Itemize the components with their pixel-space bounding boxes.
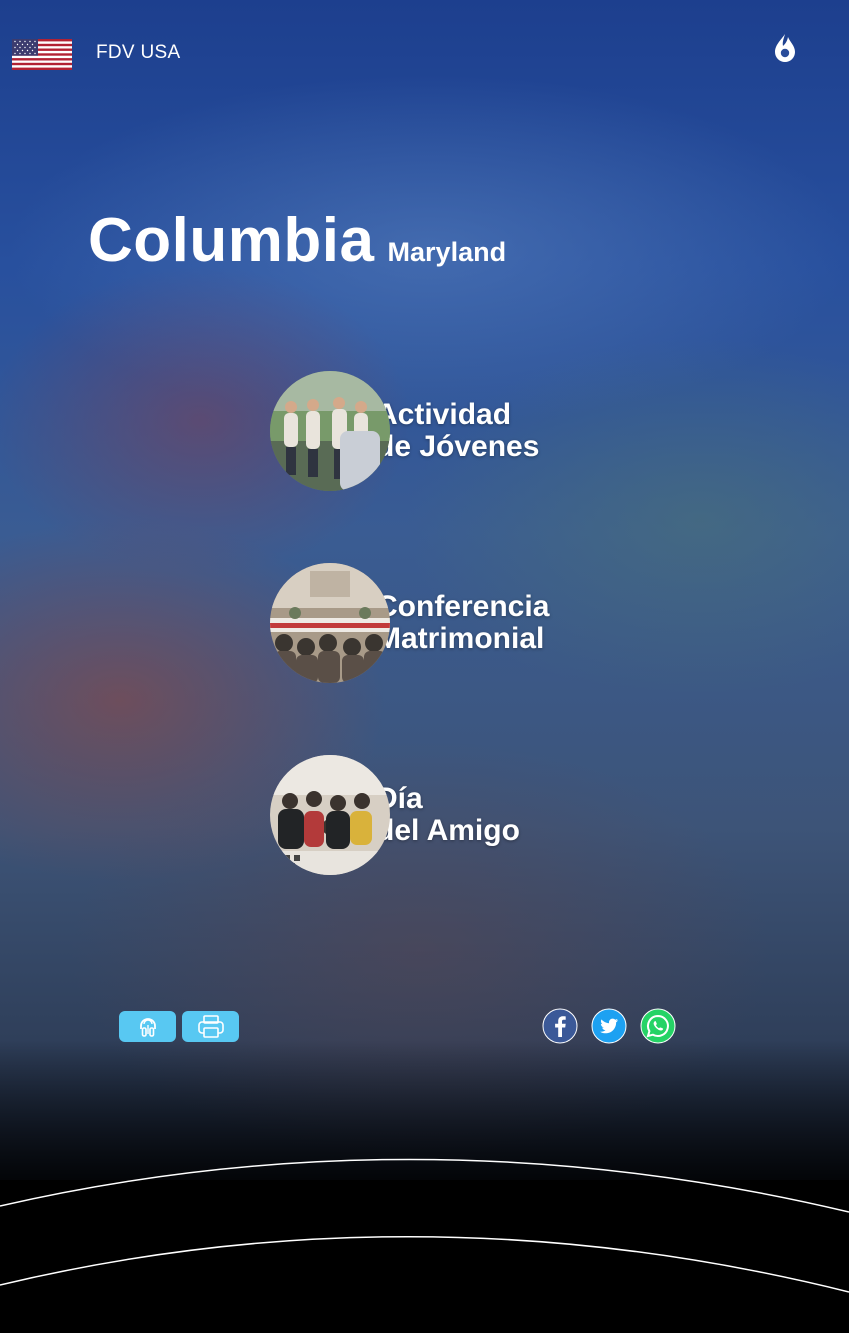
activity-photo[interactable]	[270, 563, 390, 683]
activity-title[interactable]: Conferencia Matrimonial	[376, 591, 549, 655]
whatsapp-icon[interactable]	[640, 1008, 676, 1044]
activity-photo[interactable]	[270, 755, 390, 875]
listen-icon	[139, 1017, 156, 1037]
activity-photo[interactable]	[270, 371, 390, 491]
activity-item-youth[interactable]: Actividad de Jóvenes	[270, 371, 539, 491]
twitter-icon[interactable]	[591, 1008, 627, 1044]
activity-item-conference[interactable]: Conferencia Matrimonial	[270, 563, 549, 683]
activity-title[interactable]: Día del Amigo	[376, 783, 520, 847]
printer-icon	[197, 1014, 224, 1038]
facebook-icon[interactable]	[542, 1008, 578, 1044]
flame-logo-icon[interactable]	[772, 33, 798, 63]
brand-name[interactable]: FDV USA	[96, 42, 180, 64]
page-title: Columbia Maryland	[88, 205, 506, 276]
listen-button[interactable]	[119, 1011, 176, 1042]
us-flag-icon[interactable]	[12, 39, 72, 70]
state-name: Maryland	[387, 237, 507, 267]
decorative-arcs	[0, 1158, 849, 1293]
city-name: Columbia	[88, 206, 375, 275]
activity-title[interactable]: Actividad de Jóvenes	[376, 399, 539, 463]
print-button[interactable]	[182, 1011, 239, 1042]
activity-item-friend-day[interactable]: Día del Amigo	[270, 755, 520, 875]
